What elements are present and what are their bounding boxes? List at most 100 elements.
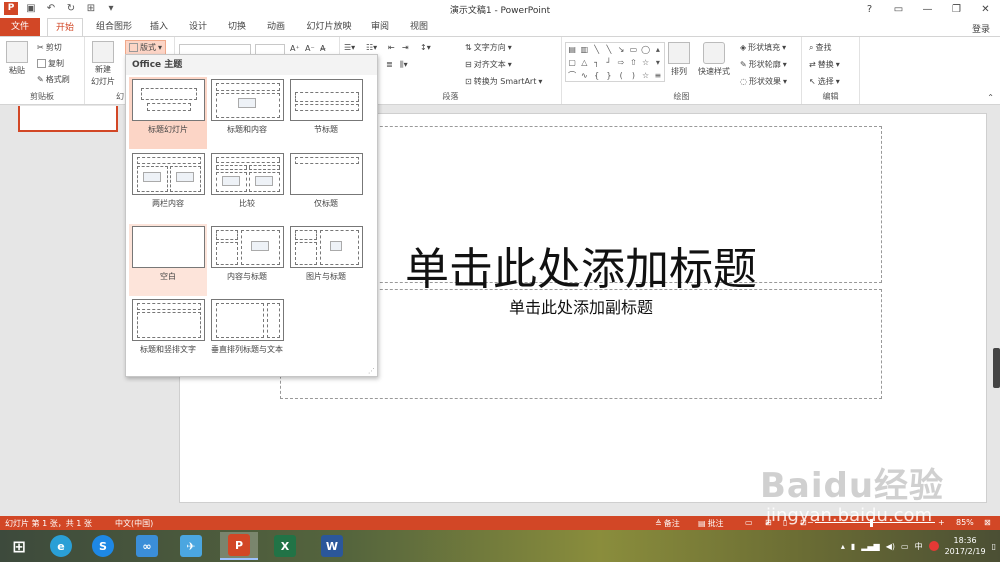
ime-indicator[interactable]: 中 [915, 541, 923, 552]
gallery-up-icon[interactable]: ▴ [652, 43, 664, 56]
taskbar-powerpoint[interactable]: P [220, 532, 258, 560]
tab-group-shapes[interactable]: 组合图形 [90, 18, 138, 36]
layout-two-content[interactable]: 两栏内容 [129, 151, 207, 223]
vertical-scrollbar[interactable] [993, 106, 1000, 516]
taskbar-excel[interactable]: X [266, 532, 304, 560]
layout-picture-with-caption[interactable]: 图片与标题 [287, 224, 365, 296]
layout-title-slide[interactable]: 标题幻灯片 [129, 77, 207, 149]
tab-file[interactable]: 文件 [0, 18, 40, 36]
line2-shape-icon[interactable]: ╲ [603, 43, 615, 56]
taskbar-browser[interactable]: e [42, 532, 80, 560]
tab-transitions[interactable]: 切换 [221, 18, 253, 36]
start-button[interactable]: ⊞ [0, 532, 38, 560]
convert-smartart-button[interactable]: ⊡ 转换为 SmartArt ▾ [465, 76, 542, 87]
elbow-arrow-shape-icon[interactable]: ┘ [603, 56, 615, 69]
taskbar-messenger[interactable]: ✈ [172, 532, 210, 560]
find-button[interactable]: ⌕ 查找 [809, 42, 831, 53]
decrease-indent-icon[interactable]: ⇤ [388, 43, 395, 52]
arrange-button[interactable]: 排列 [668, 42, 690, 77]
clear-format-icon[interactable]: A̶ [320, 44, 325, 53]
layout-comparison[interactable]: 比较 [208, 151, 286, 223]
tab-view[interactable]: 视图 [403, 18, 435, 36]
comments-button[interactable]: ▤ 批注 [698, 518, 724, 529]
align-text-button[interactable]: ⊟ 对齐文本 ▾ [465, 59, 512, 70]
collapse-ribbon-icon[interactable]: ⌃ [987, 93, 994, 102]
layout-section-header[interactable]: 节标题 [287, 77, 365, 149]
notes-button[interactable]: ≜ 备注 [655, 518, 680, 529]
side-floating-widget[interactable] [993, 348, 1000, 388]
brace-left-shape-icon[interactable]: { [591, 69, 603, 82]
layout-title-vertical-text[interactable]: 标题和竖排文字 [129, 297, 207, 369]
volume-icon[interactable]: ◀) [886, 542, 895, 551]
layout-title-content[interactable]: 标题和内容 [208, 77, 286, 149]
layout-blank[interactable]: 空白 [129, 224, 207, 296]
star2-shape-icon[interactable]: ☆ [640, 69, 652, 82]
taskbar-cloud[interactable]: ∞ [128, 532, 166, 560]
copy-button[interactable]: 复制 [37, 58, 64, 69]
tab-slideshow[interactable]: 幻灯片放映 [300, 18, 358, 36]
tray-expand-icon[interactable]: ▴ [841, 542, 845, 551]
shapes-gallery[interactable]: ▤ ▥ ╲ ╲ ↘ ▭ ◯ ▴ ▢ △ ┐ ┘ ⇨ ⇧ ☆ ▾ ⌒ ∿ { } … [565, 42, 665, 82]
gallery-down-icon[interactable]: ▾ [652, 56, 664, 69]
tab-animations[interactable]: 动画 [260, 18, 292, 36]
close-icon[interactable]: ✕ [971, 0, 1000, 18]
brace-right-shape-icon[interactable]: } [603, 69, 615, 82]
arrow-shape-icon[interactable]: ↘ [615, 43, 627, 56]
elbow-shape-icon[interactable]: ┐ [591, 56, 603, 69]
text-direction-button[interactable]: ⇅ 文字方向 ▾ [465, 42, 512, 53]
notifications-icon[interactable]: ▯ [992, 542, 996, 551]
line-spacing-icon[interactable]: ↕▾ [420, 43, 431, 52]
ribbon-display-options-icon[interactable]: ▭ [884, 0, 913, 18]
login-link[interactable]: 登录 [972, 22, 990, 35]
rectangle-shape-icon[interactable]: ▭ [627, 43, 639, 56]
bullets-icon[interactable]: ☰▾ [344, 43, 355, 52]
sogou-tray-icon[interactable] [928, 541, 939, 551]
triangle-shape-icon[interactable]: △ [578, 56, 590, 69]
clock[interactable]: 18:36 2017/2/19 [945, 535, 986, 557]
numbering-icon[interactable]: ☷▾ [366, 43, 377, 52]
normal-view-icon[interactable]: ▭ [745, 518, 753, 527]
taskbar-sogou[interactable]: S [84, 532, 122, 560]
action-center-icon[interactable]: ▭ [901, 542, 909, 551]
layout-title-only[interactable]: 仅标题 [287, 151, 365, 223]
decrease-font-icon[interactable]: A⁻ [305, 44, 315, 53]
line-shape-icon[interactable]: ╲ [591, 43, 603, 56]
up-arrow-shape-icon[interactable]: ⇧ [627, 56, 639, 69]
oval-shape-icon[interactable]: ◯ [640, 43, 652, 56]
shape-fill-button[interactable]: ◈ 形状填充 ▾ [740, 42, 786, 53]
increase-font-icon[interactable]: A⁺ [290, 44, 300, 53]
justify-icon[interactable]: ≣ [386, 60, 393, 69]
cut-button[interactable]: ✂ 剪切 [37, 42, 62, 53]
paste-button[interactable]: 粘贴 [6, 41, 28, 76]
textbox-vertical-shape-icon[interactable]: ▥ [578, 43, 590, 56]
shape-effects-button[interactable]: ◌ 形状效果 ▾ [740, 76, 787, 87]
curve-shape-icon[interactable]: ⌒ [566, 69, 578, 82]
resize-grip-icon[interactable]: ⋰ [368, 367, 375, 375]
tab-insert[interactable]: 插入 [143, 18, 175, 36]
minimize-icon[interactable]: — [913, 0, 942, 18]
layout-content-with-caption[interactable]: 内容与标题 [208, 224, 286, 296]
taskbar-word[interactable]: W [313, 532, 351, 560]
freeform-shape-icon[interactable]: ∿ [578, 69, 590, 82]
layout-vertical-title-text[interactable]: 垂直排列标题与文本 [208, 297, 286, 369]
restore-icon[interactable]: ❐ [942, 0, 971, 18]
new-slide-button[interactable]: 新建 幻灯片 [91, 41, 115, 87]
tab-review[interactable]: 审阅 [364, 18, 396, 36]
language-indicator[interactable]: 中文(中国) [115, 518, 153, 529]
right-arrow-shape-icon[interactable]: ⇨ [615, 56, 627, 69]
quick-styles-button[interactable]: 快速样式 [698, 42, 730, 77]
tab-home[interactable]: 开始 [47, 18, 83, 37]
shape-outline-button[interactable]: ✎ 形状轮廓 ▾ [740, 59, 787, 70]
star-shape-icon[interactable]: ☆ [640, 56, 652, 69]
format-painter-button[interactable]: ✎ 格式刷 [37, 74, 70, 85]
help-icon[interactable]: ? [855, 0, 884, 18]
rounded-rect-shape-icon[interactable]: ▢ [566, 56, 578, 69]
bracket-shape-icon[interactable]: ( [615, 69, 627, 82]
columns-icon[interactable]: ⫼▾ [400, 60, 408, 70]
select-button[interactable]: ↖ 选择 ▾ [809, 76, 840, 87]
textbox-shape-icon[interactable]: ▤ [566, 43, 578, 56]
network-icon[interactable]: ▂▄▆ [861, 542, 879, 551]
replace-button[interactable]: ⇄ 替换 ▾ [809, 59, 840, 70]
battery-icon[interactable]: ▮ [851, 542, 855, 551]
increase-indent-icon[interactable]: ⇥ [402, 43, 409, 52]
